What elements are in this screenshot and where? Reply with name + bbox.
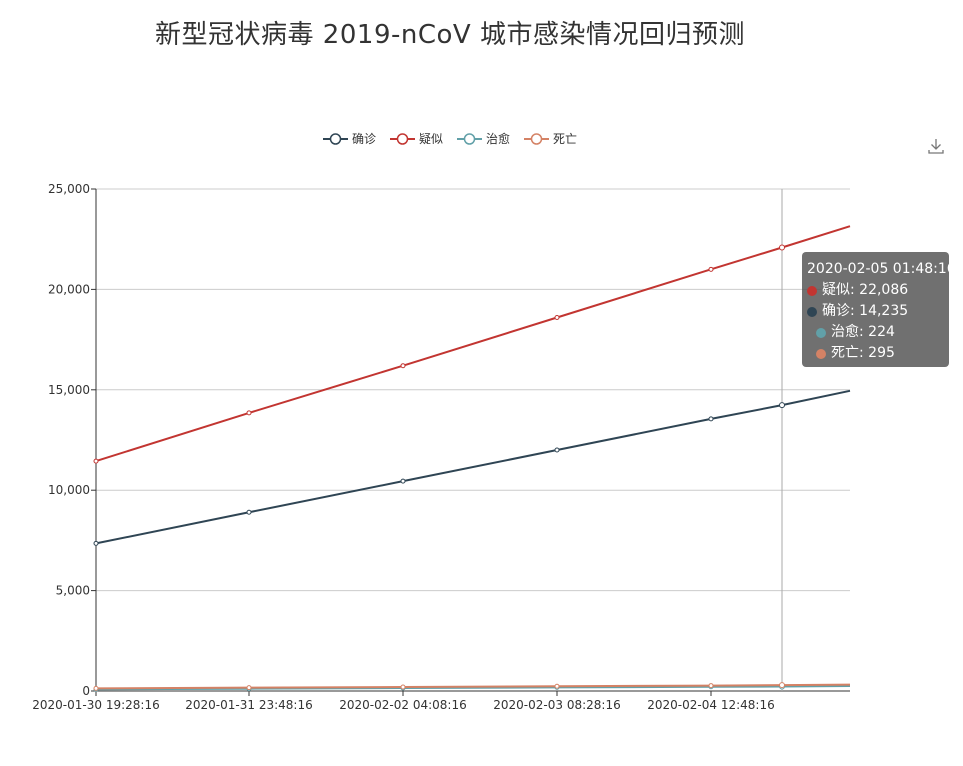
tooltip: 2020-02-05 01:48:16 疑似: 22,086 确诊: 14,23… — [802, 252, 956, 367]
data-point — [93, 685, 99, 691]
data-point — [554, 315, 560, 321]
y-tick-label: 5,000 — [56, 584, 90, 598]
y-tick-label: 20,000 — [48, 282, 90, 296]
y-tick-label: 10,000 — [48, 483, 90, 497]
data-point — [554, 683, 560, 689]
data-point — [400, 363, 406, 369]
tooltip-title: 2020-02-05 01:48:16 — [807, 261, 956, 277]
x-tick-label: 2020-01-31 23:48:16 — [185, 698, 312, 712]
data-point — [93, 458, 99, 464]
line-chart: 0 5,000 10,000 15,000 20,000 25,000 2020-01-30… — [32, 182, 851, 712]
data-point — [554, 447, 560, 453]
x-tick-label: 2020-02-03 08:28:16 — [493, 698, 620, 712]
x-tick-label: 2020-01-30 19:28:16 — [32, 698, 159, 712]
series-dot-icon — [816, 327, 826, 338]
data-point — [400, 478, 406, 484]
series-line-1 — [95, 225, 851, 463]
tooltip-row-label: 疑似: 22,086 — [822, 282, 909, 298]
series-dot-icon — [816, 348, 826, 359]
y-tick-label: 15,000 — [48, 383, 90, 397]
series-dot-icon — [807, 285, 817, 296]
data-point — [779, 682, 785, 689]
y-tick-label: 0 — [82, 684, 90, 698]
data-point — [400, 684, 406, 690]
data-point — [779, 402, 785, 409]
tooltip-row-label: 死亡: 295 — [831, 345, 895, 361]
data-point — [246, 509, 252, 515]
data-point — [246, 685, 252, 691]
data-point — [708, 683, 714, 689]
tooltip-row-confirmed: 确诊: 14,235 — [807, 301, 945, 322]
data-point — [708, 416, 714, 422]
tooltip-row-dead: 死亡: 295 — [807, 343, 945, 364]
x-tick-label: 2020-02-04 12:48:16 — [647, 698, 774, 712]
series-dot-icon — [807, 306, 817, 317]
data-point — [779, 244, 785, 251]
y-tick-label: 25,000 — [48, 182, 90, 196]
x-tick-label: 2020-02-02 04:08:16 — [339, 698, 466, 712]
tooltip-row-label: 确诊: 14,235 — [822, 303, 909, 319]
data-point — [93, 540, 99, 546]
tooltip-row-suspected: 疑似: 22,086 — [807, 280, 945, 301]
series-line-0 — [95, 389, 851, 545]
tooltip-row-cured: 治愈: 224 — [807, 322, 945, 343]
data-point — [246, 410, 252, 416]
data-point — [708, 266, 714, 272]
tooltip-row-label: 治愈: 224 — [831, 324, 895, 340]
